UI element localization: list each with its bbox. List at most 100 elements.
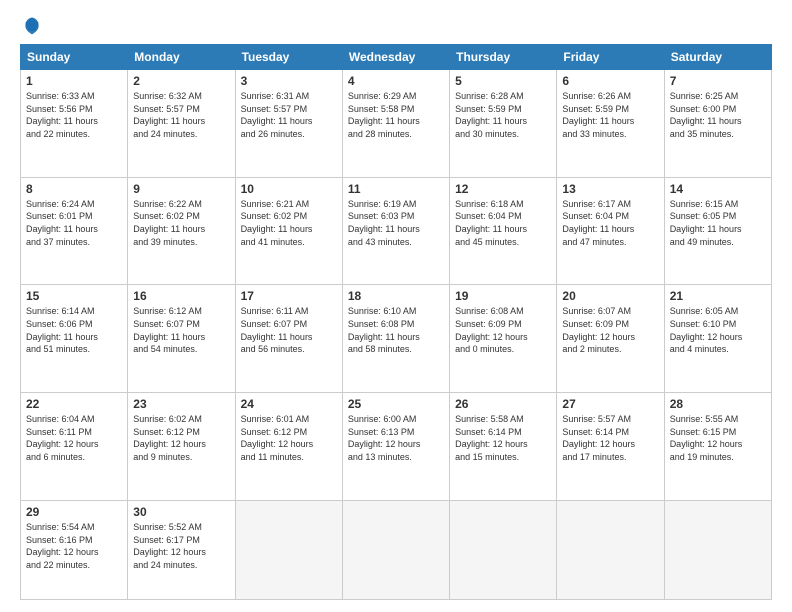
calendar-cell: 8 Sunrise: 6:24 AM Sunset: 6:01 PM Daylig…	[21, 177, 128, 285]
day-number: 4	[348, 74, 444, 88]
calendar-cell: 23 Sunrise: 6:02 AM Sunset: 6:12 PM Dayli…	[128, 393, 235, 501]
day-info: Sunrise: 6:22 AM Sunset: 6:02 PM Dayligh…	[133, 198, 229, 248]
week-row-2: 8 Sunrise: 6:24 AM Sunset: 6:01 PM Daylig…	[21, 177, 772, 285]
calendar-cell: 4 Sunrise: 6:29 AM Sunset: 5:58 PM Daylig…	[342, 70, 449, 178]
day-info: Sunrise: 6:24 AM Sunset: 6:01 PM Dayligh…	[26, 198, 122, 248]
day-number: 12	[455, 182, 551, 196]
calendar-cell: 14 Sunrise: 6:15 AM Sunset: 6:05 PM Dayli…	[664, 177, 771, 285]
day-info: Sunrise: 6:12 AM Sunset: 6:07 PM Dayligh…	[133, 305, 229, 355]
calendar-cell: 19 Sunrise: 6:08 AM Sunset: 6:09 PM Dayli…	[450, 285, 557, 393]
day-number: 24	[241, 397, 337, 411]
calendar-cell	[235, 500, 342, 599]
day-number: 15	[26, 289, 122, 303]
day-info: Sunrise: 6:33 AM Sunset: 5:56 PM Dayligh…	[26, 90, 122, 140]
weekday-header-wednesday: Wednesday	[342, 45, 449, 70]
day-number: 18	[348, 289, 444, 303]
weekday-header-saturday: Saturday	[664, 45, 771, 70]
weekday-header-tuesday: Tuesday	[235, 45, 342, 70]
day-number: 21	[670, 289, 766, 303]
day-number: 29	[26, 505, 122, 519]
calendar-cell: 13 Sunrise: 6:17 AM Sunset: 6:04 PM Dayli…	[557, 177, 664, 285]
calendar-cell: 17 Sunrise: 6:11 AM Sunset: 6:07 PM Dayli…	[235, 285, 342, 393]
day-number: 1	[26, 74, 122, 88]
day-number: 6	[562, 74, 658, 88]
calendar-cell: 2Sunrise: 6:32 AM Sunset: 5:57 PM Daylig…	[128, 70, 235, 178]
day-info: Sunrise: 5:58 AM Sunset: 6:14 PM Dayligh…	[455, 413, 551, 463]
calendar-cell: 5 Sunrise: 6:28 AM Sunset: 5:59 PM Daylig…	[450, 70, 557, 178]
calendar-cell: 3 Sunrise: 6:31 AM Sunset: 5:57 PM Daylig…	[235, 70, 342, 178]
day-info: Sunrise: 6:14 AM Sunset: 6:06 PM Dayligh…	[26, 305, 122, 355]
calendar-cell: 10Sunrise: 6:21 AM Sunset: 6:02 PM Dayli…	[235, 177, 342, 285]
calendar-cell: 24 Sunrise: 6:01 AM Sunset: 6:12 PM Dayli…	[235, 393, 342, 501]
calendar-cell: 25 Sunrise: 6:00 AM Sunset: 6:13 PM Dayli…	[342, 393, 449, 501]
day-number: 25	[348, 397, 444, 411]
logo-text	[20, 16, 42, 36]
day-info: Sunrise: 6:07 AM Sunset: 6:09 PM Dayligh…	[562, 305, 658, 355]
day-info: Sunrise: 5:54 AM Sunset: 6:16 PM Dayligh…	[26, 521, 122, 571]
day-number: 19	[455, 289, 551, 303]
weekday-header-row: SundayMondayTuesdayWednesdayThursdayFrid…	[21, 45, 772, 70]
logo-icon	[22, 16, 42, 36]
day-info: Sunrise: 6:26 AM Sunset: 5:59 PM Dayligh…	[562, 90, 658, 140]
day-info: Sunrise: 6:10 AM Sunset: 6:08 PM Dayligh…	[348, 305, 444, 355]
day-number: 5	[455, 74, 551, 88]
weekday-header-friday: Friday	[557, 45, 664, 70]
day-info: Sunrise: 5:55 AM Sunset: 6:15 PM Dayligh…	[670, 413, 766, 463]
day-info: Sunrise: 6:28 AM Sunset: 5:59 PM Dayligh…	[455, 90, 551, 140]
weekday-header-monday: Monday	[128, 45, 235, 70]
calendar-cell: 16Sunrise: 6:12 AM Sunset: 6:07 PM Dayli…	[128, 285, 235, 393]
day-info: Sunrise: 6:21 AM Sunset: 6:02 PM Dayligh…	[241, 198, 337, 248]
day-info: Sunrise: 6:01 AM Sunset: 6:12 PM Dayligh…	[241, 413, 337, 463]
day-number: 3	[241, 74, 337, 88]
calendar-cell: 7Sunrise: 6:25 AM Sunset: 6:00 PM Daylig…	[664, 70, 771, 178]
day-info: Sunrise: 6:05 AM Sunset: 6:10 PM Dayligh…	[670, 305, 766, 355]
day-info: Sunrise: 5:57 AM Sunset: 6:14 PM Dayligh…	[562, 413, 658, 463]
day-number: 11	[348, 182, 444, 196]
calendar-cell	[557, 500, 664, 599]
day-info: Sunrise: 6:08 AM Sunset: 6:09 PM Dayligh…	[455, 305, 551, 355]
calendar-cell: 18 Sunrise: 6:10 AM Sunset: 6:08 PM Dayli…	[342, 285, 449, 393]
day-number: 28	[670, 397, 766, 411]
calendar-cell: 21 Sunrise: 6:05 AM Sunset: 6:10 PM Dayli…	[664, 285, 771, 393]
day-info: Sunrise: 6:02 AM Sunset: 6:12 PM Dayligh…	[133, 413, 229, 463]
calendar-cell: 15 Sunrise: 6:14 AM Sunset: 6:06 PM Dayli…	[21, 285, 128, 393]
day-info: Sunrise: 6:17 AM Sunset: 6:04 PM Dayligh…	[562, 198, 658, 248]
calendar-cell: 28 Sunrise: 5:55 AM Sunset: 6:15 PM Dayli…	[664, 393, 771, 501]
week-row-3: 15 Sunrise: 6:14 AM Sunset: 6:06 PM Dayli…	[21, 285, 772, 393]
day-info: Sunrise: 6:00 AM Sunset: 6:13 PM Dayligh…	[348, 413, 444, 463]
calendar-cell	[342, 500, 449, 599]
day-number: 17	[241, 289, 337, 303]
day-number: 30	[133, 505, 229, 519]
calendar-cell: 11Sunrise: 6:19 AM Sunset: 6:03 PM Dayli…	[342, 177, 449, 285]
week-row-5: 29 Sunrise: 5:54 AM Sunset: 6:16 PM Dayli…	[21, 500, 772, 599]
calendar-cell: 1 Sunrise: 6:33 AM Sunset: 5:56 PM Daylig…	[21, 70, 128, 178]
calendar-cell: 12 Sunrise: 6:18 AM Sunset: 6:04 PM Dayli…	[450, 177, 557, 285]
week-row-4: 22Sunrise: 6:04 AM Sunset: 6:11 PM Dayli…	[21, 393, 772, 501]
day-number: 23	[133, 397, 229, 411]
calendar-cell: 20Sunrise: 6:07 AM Sunset: 6:09 PM Dayli…	[557, 285, 664, 393]
calendar-cell: 6 Sunrise: 6:26 AM Sunset: 5:59 PM Daylig…	[557, 70, 664, 178]
calendar-table: SundayMondayTuesdayWednesdayThursdayFrid…	[20, 44, 772, 600]
calendar-cell	[664, 500, 771, 599]
weekday-header-thursday: Thursday	[450, 45, 557, 70]
day-info: Sunrise: 6:15 AM Sunset: 6:05 PM Dayligh…	[670, 198, 766, 248]
day-info: Sunrise: 6:04 AM Sunset: 6:11 PM Dayligh…	[26, 413, 122, 463]
day-info: Sunrise: 6:32 AM Sunset: 5:57 PM Dayligh…	[133, 90, 229, 140]
day-number: 27	[562, 397, 658, 411]
calendar-cell	[450, 500, 557, 599]
weekday-header-sunday: Sunday	[21, 45, 128, 70]
week-row-1: 1 Sunrise: 6:33 AM Sunset: 5:56 PM Daylig…	[21, 70, 772, 178]
calendar-cell: 29 Sunrise: 5:54 AM Sunset: 6:16 PM Dayli…	[21, 500, 128, 599]
day-number: 13	[562, 182, 658, 196]
day-info: Sunrise: 6:29 AM Sunset: 5:58 PM Dayligh…	[348, 90, 444, 140]
day-info: Sunrise: 6:11 AM Sunset: 6:07 PM Dayligh…	[241, 305, 337, 355]
day-number: 7	[670, 74, 766, 88]
day-number: 8	[26, 182, 122, 196]
day-info: Sunrise: 6:31 AM Sunset: 5:57 PM Dayligh…	[241, 90, 337, 140]
header	[20, 16, 772, 36]
logo	[20, 16, 42, 36]
calendar-cell: 27 Sunrise: 5:57 AM Sunset: 6:14 PM Dayli…	[557, 393, 664, 501]
day-info: Sunrise: 6:18 AM Sunset: 6:04 PM Dayligh…	[455, 198, 551, 248]
day-number: 14	[670, 182, 766, 196]
calendar-cell: 22Sunrise: 6:04 AM Sunset: 6:11 PM Dayli…	[21, 393, 128, 501]
